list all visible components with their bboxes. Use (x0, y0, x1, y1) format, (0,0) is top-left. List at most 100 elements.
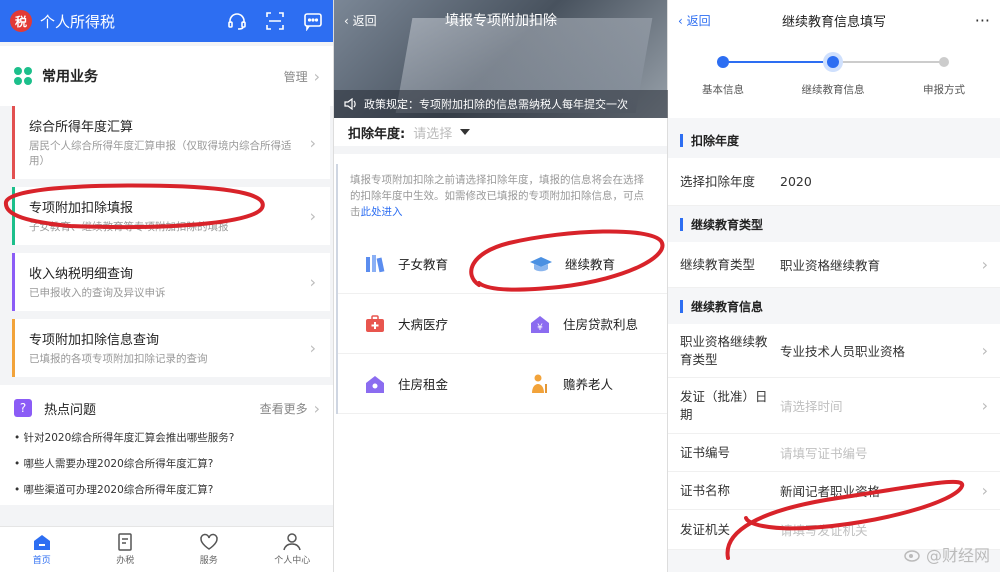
chevron-right-icon: › (309, 206, 316, 226)
card-title: 专项附加扣除填报 (29, 201, 134, 216)
back-button[interactable]: ‹ 返回 (678, 12, 738, 29)
chevron-right-icon: › (981, 255, 988, 274)
group-title: 继续教育信息 (668, 288, 1000, 324)
document-edit-icon (118, 533, 132, 551)
row-label: 职业资格继续教育类型 (680, 333, 768, 367)
row-label: 继续教育类型 (680, 256, 756, 272)
year-label: 扣除年度: (348, 126, 406, 142)
row-issue-date[interactable]: 发证（批准）日期 请选择时间 › (668, 378, 1000, 434)
home-panel: 税 个人所得税 常用业务 管理 › 综合所得年度汇算 居民个人综合所得年度汇算申… (0, 0, 334, 572)
page-title: 填报专项附加扣除 (445, 13, 557, 29)
tab-home[interactable]: 首页 (0, 527, 84, 572)
section-title: 常用业务 (42, 69, 98, 85)
see-more-link[interactable]: 查看更多 (260, 400, 308, 417)
card-income-query[interactable]: 收入纳税明细查询 已申报收入的查询及异议申诉 › (12, 253, 330, 311)
row-deduction-year[interactable]: 选择扣除年度 2020 (668, 158, 1000, 206)
scan-icon[interactable] (264, 10, 286, 32)
graduation-cap-icon (530, 256, 552, 271)
card-special-deduction-fill[interactable]: 专项附加扣除填报 子女教育、继续教育等专项附加扣除的填报 › (12, 187, 330, 245)
clover-icon (14, 67, 32, 85)
more-icon[interactable]: ··· (930, 11, 990, 30)
group-title: 继续教育类型 (668, 206, 1000, 242)
back-button[interactable]: ‹ 返回 (344, 12, 404, 29)
year-select-value[interactable]: 请选择 (413, 123, 452, 142)
deduction-year-value: 2020 (780, 174, 812, 189)
chevron-right-icon: › (981, 396, 988, 415)
card-annual-settlement[interactable]: 综合所得年度汇算 居民个人综合所得年度汇算申报（仅取得境内综合所得适用） › (12, 106, 330, 179)
tab-profile[interactable]: 个人中心 (251, 527, 335, 572)
certificate-name-value: 新闻记者职业资格 (780, 484, 881, 499)
item-continuing-education[interactable]: 继续教育 (503, 234, 668, 294)
heart-hand-icon (200, 533, 218, 550)
person-icon (283, 533, 301, 551)
row-label: 选择扣除年度 (680, 173, 756, 189)
card-desc: 子女教育、继续教育等专项附加扣除的填报 (29, 221, 229, 233)
group-title: 扣除年度 (668, 122, 1000, 158)
certificate-number-input[interactable]: 请填写证书编号 (780, 443, 988, 462)
row-label: 发证机关 (680, 521, 731, 537)
step-dot-current (827, 56, 839, 68)
deduction-select-panel: ‹ 返回 填报专项附加扣除 政策规定：专项附加扣除的信息需纳税人每年提交一次 扣… (334, 0, 668, 572)
hot-title: 热点问题 (44, 402, 97, 418)
hot-question-item[interactable]: • 哪些人需要办理2020综合所得年度汇算? (14, 451, 320, 477)
manage-link[interactable]: 管理 (284, 68, 308, 85)
row-qualification-type[interactable]: 职业资格继续教育类型 专业技术人员职业资格 › (668, 324, 1000, 378)
item-serious-illness[interactable]: 大病医疗 (338, 294, 503, 354)
item-elderly-support[interactable]: 赡养老人 (503, 354, 668, 414)
home-icon (33, 535, 50, 550)
row-certificate-number[interactable]: 证书编号 请填写证书编号 (668, 434, 1000, 472)
item-children-education[interactable]: 子女教育 (338, 234, 503, 294)
continuing-education-form-panel: ‹ 返回 继续教育信息填写 ··· 基本信息 继续教育信息 申报方式 扣除年度 … (668, 0, 1000, 572)
app-header: 税 个人所得税 (0, 0, 334, 42)
card-desc: 居民个人综合所得年度汇算申报（仅取得境内综合所得适用） (29, 140, 292, 167)
step-dot-done (717, 56, 729, 68)
caret-down-icon (460, 129, 471, 135)
card-title: 专项附加扣除信息查询 (29, 333, 160, 348)
issue-date-input[interactable]: 请选择时间 (780, 396, 988, 415)
weibo-icon (904, 550, 920, 562)
chevron-right-icon: › (313, 66, 320, 86)
card-desc: 已填报的各项专项附加扣除记录的查询 (29, 353, 208, 365)
intro-text: 填报专项附加扣除之前请选择扣除年度，填报的信息将会在选择的扣除年度中生效。如需修… (350, 174, 644, 218)
chevron-right-icon: › (981, 341, 988, 360)
card-deduction-info-query[interactable]: 专项附加扣除信息查询 已填报的各项专项附加扣除记录的查询 › (12, 319, 330, 377)
speaker-icon (344, 98, 356, 110)
banner-image: ‹ 返回 填报专项附加扣除 政策规定：专项附加扣除的信息需纳税人每年提交一次 (334, 0, 668, 118)
row-education-type[interactable]: 继续教育类型 职业资格继续教育 › (668, 242, 1000, 288)
tax-logo: 税 (10, 10, 32, 32)
step-label: 基本信息 (702, 84, 744, 96)
item-housing-loan-interest[interactable]: ¥ 住房贷款利息 (503, 294, 668, 354)
hot-question-item[interactable]: • 针对2020综合所得年度汇算会推出哪些服务? (14, 425, 320, 451)
step-label: 申报方式 (923, 84, 965, 96)
headset-icon[interactable] (226, 10, 248, 32)
row-certificate-name[interactable]: 证书名称 新闻记者职业资格 › (668, 472, 1000, 510)
deduction-grid: 子女教育 继续教育 大病医疗 ¥ 住房贷款利息 住房租金 赡养老人 (338, 234, 668, 414)
tab-bar: 首页 办税 服务 个人中心 (0, 526, 334, 572)
enter-here-link[interactable]: 此处进入 (361, 206, 403, 218)
row-label: 证书编号 (680, 444, 731, 460)
issuing-authority-input[interactable]: 请填写发证机关 (780, 520, 988, 539)
house-yen-icon: ¥ (531, 315, 549, 333)
chevron-right-icon: › (981, 481, 988, 500)
page-title: 继续教育信息填写 (781, 14, 886, 30)
elderly-person-icon (532, 374, 547, 393)
question-icon: ? (14, 399, 32, 417)
policy-notice: 政策规定：专项附加扣除的信息需纳税人每年提交一次 (334, 90, 668, 118)
card-desc: 已申报收入的查询及异议申诉 (29, 287, 166, 299)
year-selector[interactable]: 扣除年度: 请选择 (334, 118, 668, 154)
tab-tax[interactable]: 办税 (84, 527, 168, 572)
watermark: @财经网 (904, 542, 990, 566)
item-housing-rent[interactable]: 住房租金 (338, 354, 503, 414)
hot-question-item[interactable]: • 哪些渠道可办理2020综合所得年度汇算? (14, 477, 320, 503)
message-icon[interactable] (302, 10, 324, 32)
tab-service[interactable]: 服务 (167, 527, 251, 572)
chevron-right-icon: › (313, 398, 320, 418)
chevron-right-icon: › (309, 133, 316, 152)
row-label: 发证（批准）日期 (680, 388, 768, 422)
svg-text:¥: ¥ (537, 323, 543, 333)
card-title: 综合所得年度汇算 (29, 120, 134, 135)
app-title: 个人所得税 (40, 12, 116, 31)
card-title: 收入纳税明细查询 (29, 267, 134, 282)
hot-questions: ? 热点问题 查看更多 › • 针对2020综合所得年度汇算会推出哪些服务? •… (0, 385, 334, 505)
house-key-icon (366, 375, 384, 393)
